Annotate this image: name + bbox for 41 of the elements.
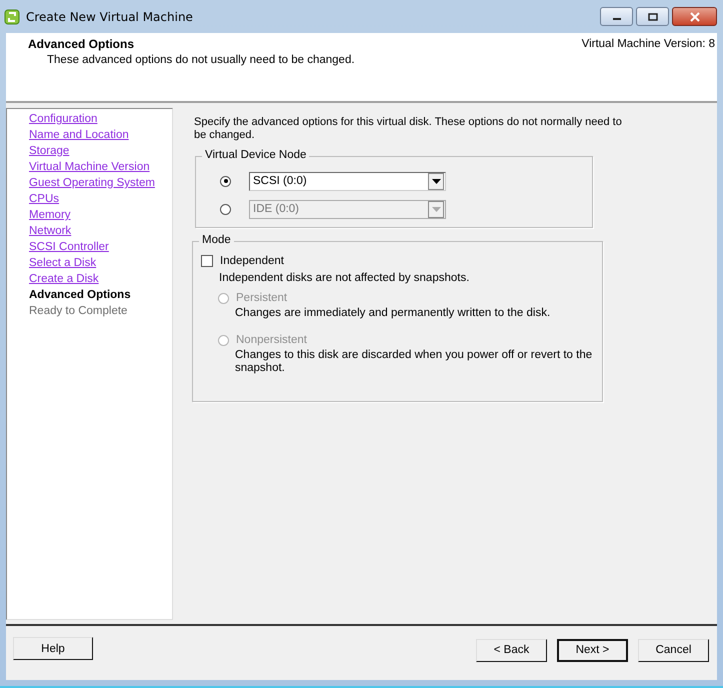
step-link[interactable]: Guest Operating System xyxy=(29,177,155,189)
group-legend: Mode xyxy=(199,234,234,246)
checkbox[interactable] xyxy=(201,255,213,267)
step-item: Advanced Options xyxy=(29,289,131,301)
page-subtitle: These advanced options do not usually need to be changed. xyxy=(47,54,355,66)
step-link[interactable]: CPUs xyxy=(29,193,60,205)
maximize-button[interactable] xyxy=(636,7,669,26)
step-link[interactable]: Network xyxy=(29,225,72,237)
step-item: Ready to Complete xyxy=(29,305,128,317)
page-title: Advanced Options xyxy=(28,37,136,51)
window-title: Create New Virtual Machine xyxy=(26,10,194,24)
group-legend: Virtual Device Node xyxy=(202,149,310,161)
caret-icon xyxy=(432,206,440,212)
dialog-button[interactable]: Cancel xyxy=(638,638,709,662)
step-link[interactable]: Memory xyxy=(29,209,71,221)
maximize-icon xyxy=(648,12,658,20)
dialog-button[interactable]: < Back xyxy=(476,638,547,662)
help-button[interactable]: Help xyxy=(13,637,93,660)
step-link[interactable]: Name and Location xyxy=(29,129,129,141)
caret-icon xyxy=(432,178,440,184)
step-link[interactable]: Create a Disk xyxy=(29,273,99,285)
option-description: Changes to this disk are discarded when you power off or revert to the snapshot. xyxy=(235,349,594,375)
radio-button[interactable] xyxy=(220,176,231,186)
step-link[interactable]: Virtual Machine Version xyxy=(29,161,150,173)
intro-text: Specify the advanced options for this virtual disk. These options do not normally need to be changed. xyxy=(194,116,623,142)
app-icon xyxy=(4,8,20,24)
radio-label: Persistent xyxy=(236,292,288,304)
radio-label: Nonpersistent xyxy=(236,334,307,346)
step-link[interactable]: Storage xyxy=(29,145,70,157)
dialog-button[interactable]: Next > xyxy=(557,638,628,662)
version-label: Virtual Machine Version: 8 xyxy=(582,38,715,52)
step-link[interactable]: SCSI Controller xyxy=(29,241,109,253)
step-link[interactable]: Select a Disk xyxy=(29,257,96,269)
close-button[interactable] xyxy=(672,7,717,26)
close-icon xyxy=(688,12,700,22)
note-text: Independent disks are not affected by snapshots. xyxy=(219,272,470,284)
option-description: Changes are immediately and permanently written to the disk. xyxy=(235,307,552,320)
dropdown[interactable]: SCSI (0:0) xyxy=(249,172,446,190)
checkbox-label: Independent xyxy=(220,255,284,267)
minimize-button[interactable] xyxy=(600,7,633,26)
step-link[interactable]: Configuration xyxy=(29,113,98,125)
